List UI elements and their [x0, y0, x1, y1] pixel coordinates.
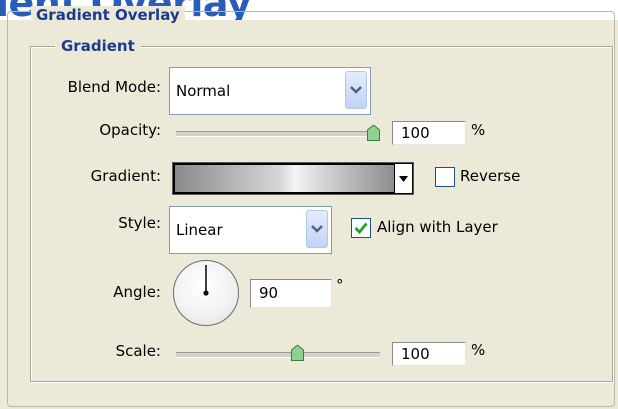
gradient-dropdown-button[interactable] [395, 164, 412, 193]
angle-dial-needle [203, 265, 209, 296]
style-select[interactable]: Linear [169, 206, 332, 254]
reverse-label: Reverse [460, 167, 521, 185]
blend-mode-value: Normal [176, 82, 231, 100]
chevron-down-icon[interactable] [345, 71, 367, 109]
scale-slider-track[interactable] [176, 352, 380, 358]
scale-label: Scale: [115, 342, 161, 360]
triangle-down-icon [399, 175, 408, 182]
angle-dial[interactable] [173, 260, 239, 326]
gradient-group-title: Gradient [55, 37, 141, 55]
scale-unit: % [471, 341, 486, 359]
blend-mode-label: Blend Mode: [67, 78, 161, 96]
reverse-checkbox[interactable] [435, 167, 455, 187]
angle-field[interactable]: 90 [250, 279, 332, 308]
angle-unit: ° [336, 276, 344, 294]
opacity-slider-thumb[interactable] [367, 124, 380, 141]
style-label: Style: [118, 214, 161, 232]
scale-field[interactable]: 100 [392, 342, 466, 366]
blend-mode-select[interactable]: Normal [169, 67, 371, 115]
angle-label: Angle: [113, 283, 161, 301]
opacity-field[interactable]: 100 [392, 121, 466, 145]
style-value: Linear [176, 221, 223, 239]
opacity-slider-track[interactable] [176, 131, 380, 137]
align-with-layer-label: Align with Layer [377, 218, 498, 236]
gradient-picker[interactable] [172, 162, 414, 195]
gradient-preview[interactable] [175, 165, 394, 192]
chevron-down-icon[interactable] [306, 210, 328, 248]
opacity-unit: % [471, 121, 486, 139]
scale-slider-thumb[interactable] [291, 344, 304, 361]
align-with-layer-checkbox[interactable] [351, 218, 371, 238]
checkmark-icon [354, 222, 368, 235]
gradient-overlay-group-title: Gradient Overlay [31, 6, 185, 24]
gradient-label: Gradient: [90, 167, 161, 185]
opacity-label: Opacity: [99, 121, 161, 139]
